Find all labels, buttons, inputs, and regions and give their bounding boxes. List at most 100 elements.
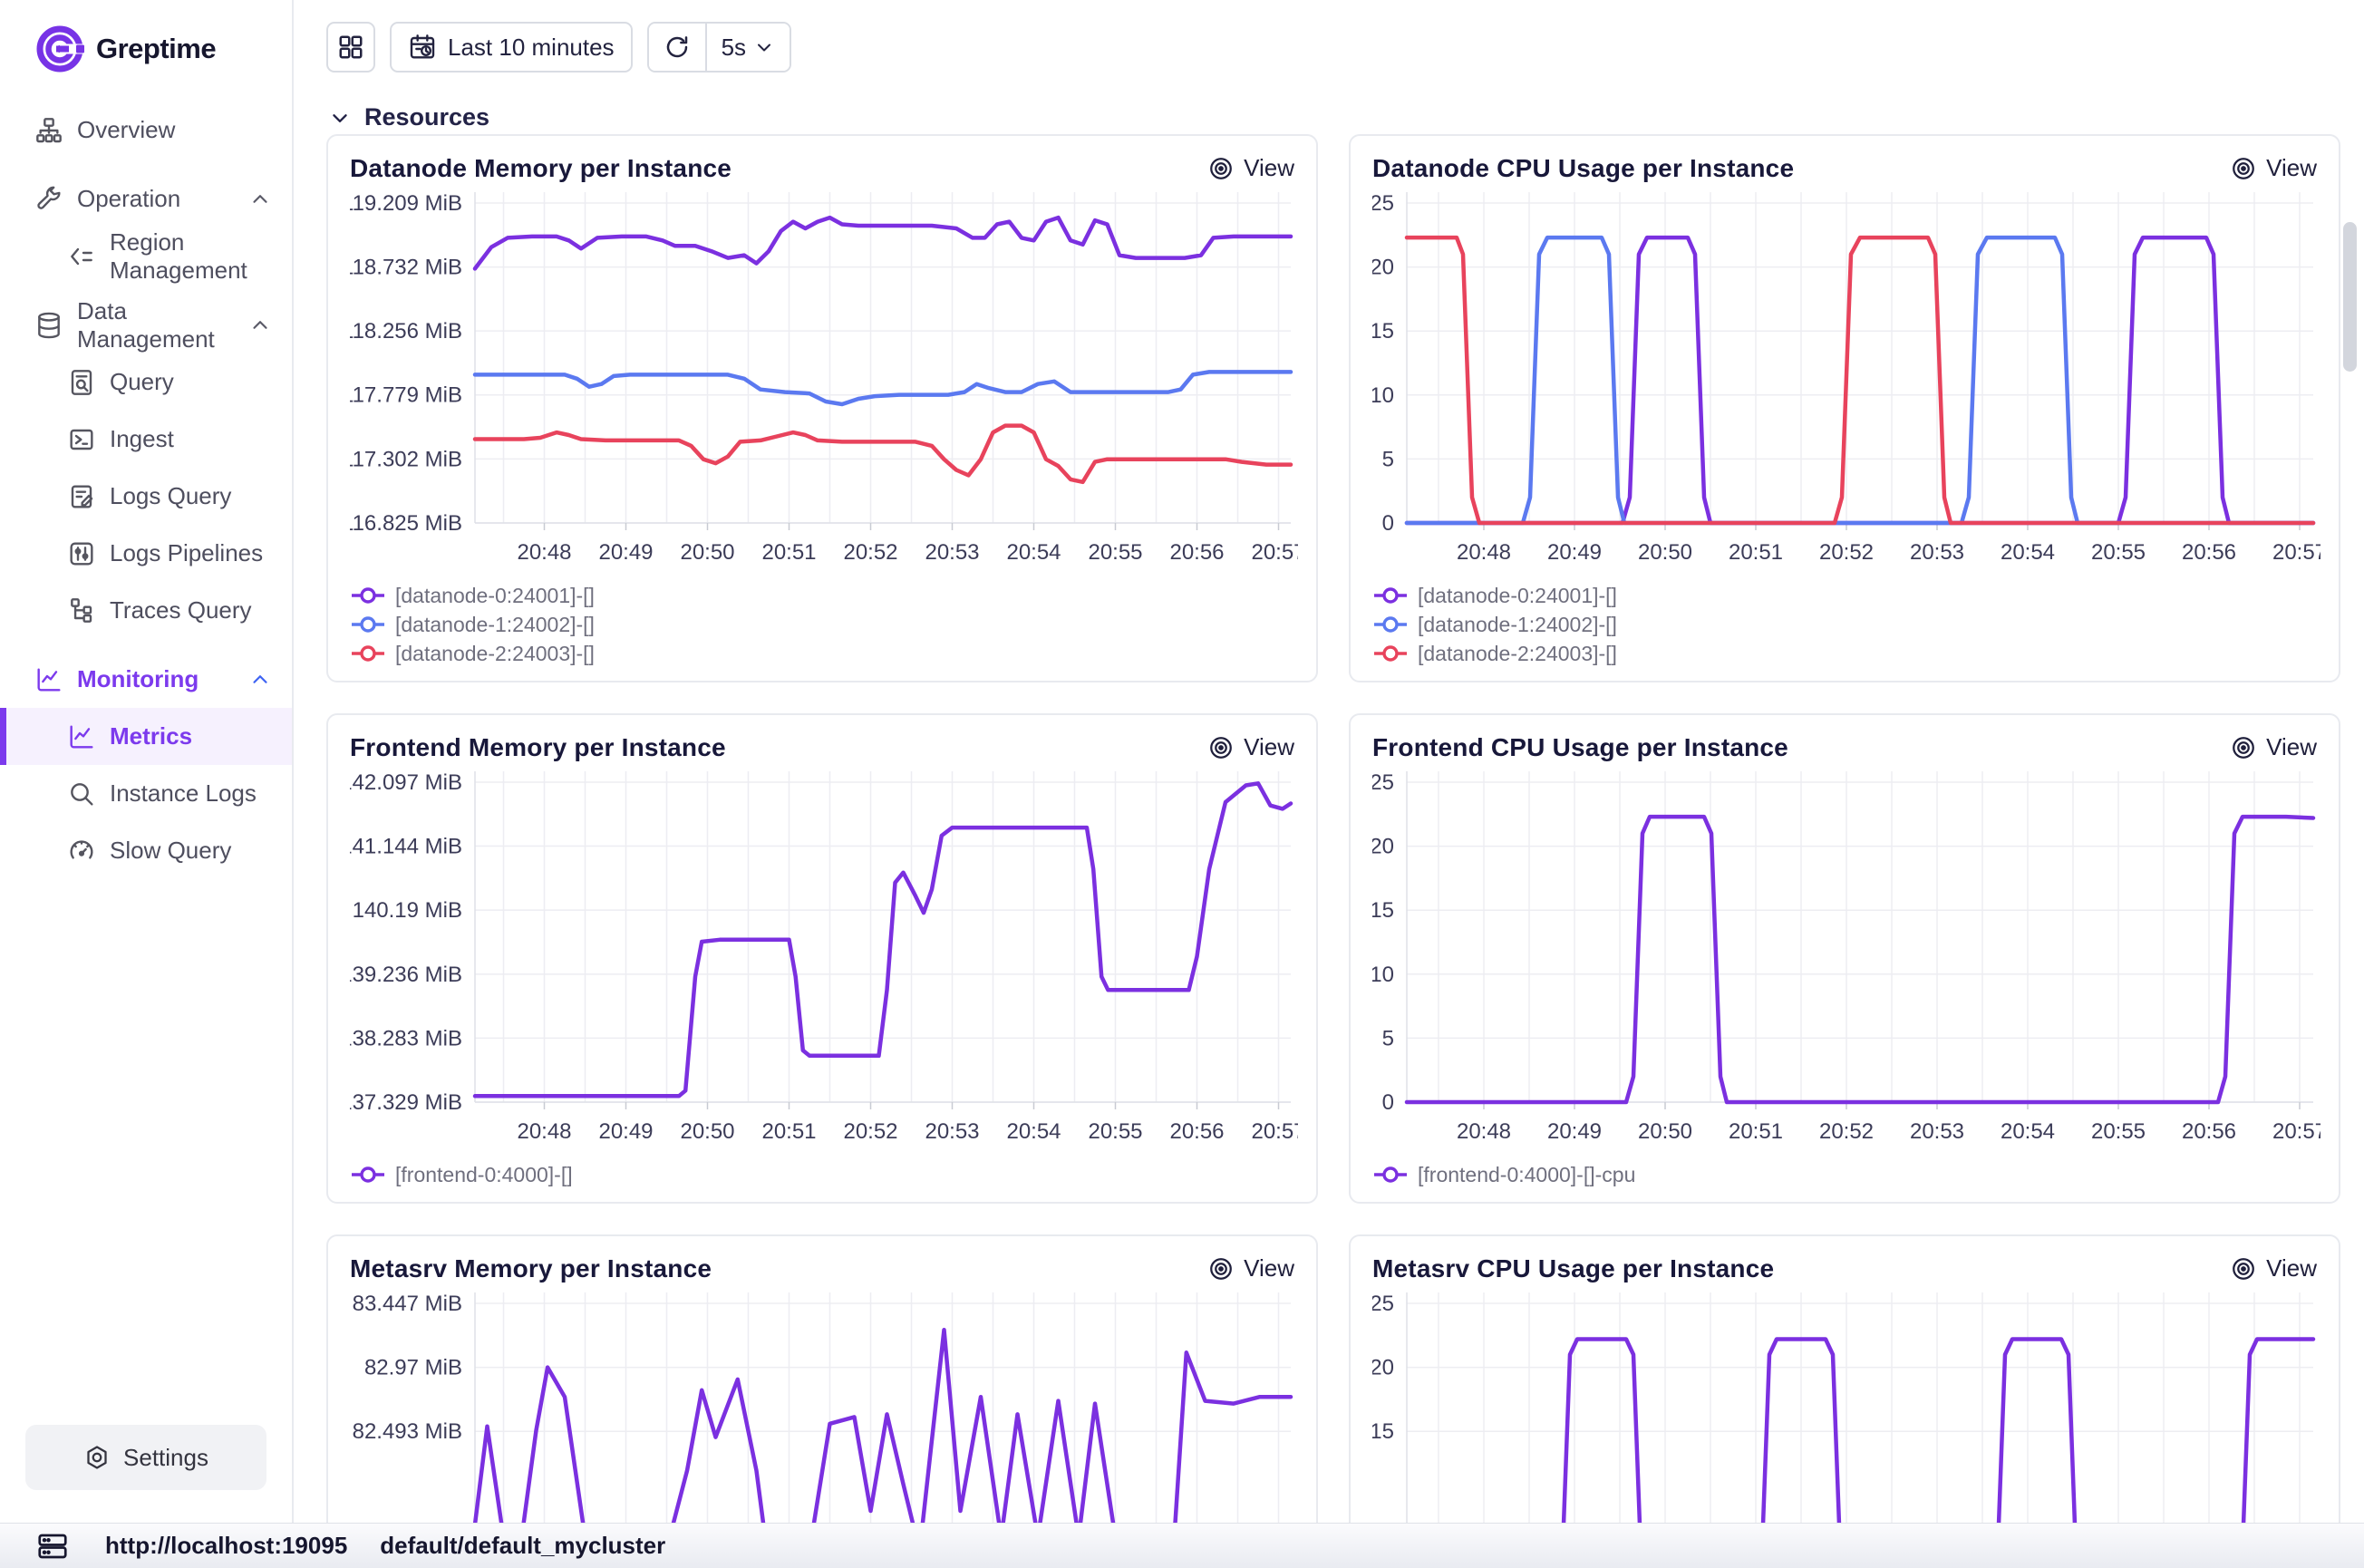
logs-query-icon: [67, 482, 96, 511]
sidebar-item-label: Logs Pipelines: [110, 539, 263, 567]
svg-text:20:57: 20:57: [1251, 540, 1298, 565]
settings-button[interactable]: Settings: [25, 1425, 266, 1490]
svg-text:20:56: 20:56: [2182, 540, 2236, 565]
svg-text:15: 15: [1372, 898, 1394, 923]
status-bar: http://localhost:19095 default/default_m…: [0, 1523, 2364, 1568]
sidebar-item-logs-pipelines[interactable]: Logs Pipelines: [0, 525, 292, 582]
sidebar-item-data-management[interactable]: Data Management: [0, 296, 292, 353]
sidebar-item-label: Operation: [77, 185, 180, 213]
logs-pipelines-icon: [67, 539, 96, 568]
sidebar-item-traces-query[interactable]: Traces Query: [0, 582, 292, 639]
sidebar-item-slow-query[interactable]: Slow Query: [0, 822, 292, 879]
svg-text:20:49: 20:49: [598, 1119, 653, 1144]
chevron-down-icon: [753, 36, 775, 58]
svg-text:10: 10: [1372, 383, 1394, 408]
sidebar-item-label: Data Management: [77, 297, 248, 353]
sidebar-item-label: Logs Query: [110, 482, 231, 510]
svg-text:20:52: 20:52: [843, 1119, 897, 1144]
sidebar-item-ingest[interactable]: Ingest: [0, 411, 292, 468]
legend-item[interactable]: [datanode-1:24002]-[]: [350, 610, 1294, 639]
resources-section-title: Resources: [364, 103, 489, 131]
legend-item[interactable]: [datanode-0:24001]-[]: [350, 581, 1294, 610]
grid-icon: [337, 34, 364, 61]
sidebar: Greptime Overview Operation Region Managem…: [0, 0, 294, 1523]
svg-text:20:49: 20:49: [598, 540, 653, 565]
view-button[interactable]: View: [1207, 733, 1294, 761]
svg-text:20:55: 20:55: [2091, 1119, 2146, 1144]
refresh-interval-select[interactable]: 5s: [705, 24, 790, 71]
view-button[interactable]: View: [1207, 1254, 1294, 1282]
sidebar-item-overview[interactable]: Overview: [0, 102, 292, 159]
eye-icon: [2230, 734, 2257, 761]
svg-text:20: 20: [1372, 1356, 1394, 1380]
sidebar-item-query[interactable]: Query: [0, 353, 292, 411]
svg-text:20:57: 20:57: [1251, 1119, 1298, 1144]
card-datanode-memory: Datanode Memory per Instance View 119.209 …: [326, 134, 1318, 682]
svg-text:20:50: 20:50: [1638, 1119, 1692, 1144]
svg-text:83.447 MiB: 83.447 MiB: [353, 1292, 462, 1316]
traces-icon: [67, 596, 96, 625]
svg-text:20:48: 20:48: [1457, 540, 1511, 565]
svg-text:20:53: 20:53: [1910, 1119, 1964, 1144]
svg-text:20:55: 20:55: [1088, 540, 1142, 565]
svg-text:20:48: 20:48: [517, 1119, 571, 1144]
legend-label: [frontend-0:4000]-[]-cpu: [1418, 1163, 1635, 1187]
sidebar-nav: Overview Operation Region Management Data M…: [0, 91, 292, 879]
svg-text:20:48: 20:48: [517, 540, 571, 565]
svg-text:20:54: 20:54: [2001, 540, 2055, 565]
refresh-control: 5s: [647, 22, 791, 73]
view-button[interactable]: View: [2230, 733, 2317, 761]
svg-text:5: 5: [1382, 447, 1394, 471]
svg-text:20:49: 20:49: [1547, 1119, 1602, 1144]
legend-item[interactable]: [datanode-2:24003]-[]: [350, 639, 1294, 668]
view-button[interactable]: View: [1207, 154, 1294, 182]
sidebar-item-monitoring[interactable]: Monitoring: [0, 651, 292, 708]
chart-plot-metasrv-cpu[interactable]: 25201520:4820:4920:5020:5120:5220:5320:5…: [1372, 1292, 2320, 1523]
legend-item[interactable]: [datanode-0:24001]-[]: [1372, 581, 2317, 610]
overview-icon: [34, 116, 63, 145]
chart-plot-frontend-memory[interactable]: 142.097 MiB141.144 MiB140.19 MiB139.236 …: [350, 771, 1298, 1152]
resources-section-toggle[interactable]: Resources: [296, 73, 2364, 131]
legend-label: [datanode-2:24003]-[]: [1418, 642, 1617, 666]
card-frontend-memory: Frontend Memory per Instance View 142.097 …: [326, 713, 1318, 1204]
sidebar-item-operation[interactable]: Operation: [0, 170, 292, 227]
svg-text:20: 20: [1372, 835, 1394, 859]
sidebar-item-label: Instance Logs: [110, 779, 257, 808]
chart-plot-metasrv-memory[interactable]: 83.447 MiB82.97 MiB82.493 MiB20:4820:492…: [350, 1292, 1298, 1523]
legend-label: [datanode-1:24002]-[]: [395, 613, 595, 637]
view-button[interactable]: View: [2230, 154, 2317, 182]
refresh-button[interactable]: [649, 24, 705, 71]
svg-text:20:51: 20:51: [1729, 1119, 1783, 1144]
gear-icon: [83, 1444, 111, 1471]
chart-title: Frontend Memory per Instance: [350, 733, 726, 762]
brand-logo[interactable]: Greptime: [0, 0, 292, 91]
svg-text:20:50: 20:50: [680, 1119, 734, 1144]
svg-text:20:54: 20:54: [2001, 1119, 2055, 1144]
legend-item[interactable]: [frontend-0:4000]-[]-cpu: [1372, 1160, 2317, 1189]
sidebar-item-logs-query[interactable]: Logs Query: [0, 468, 292, 525]
chart-title: Datanode Memory per Instance: [350, 154, 731, 183]
legend-item[interactable]: [frontend-0:4000]-[]: [350, 1160, 1294, 1189]
chart-plot-frontend-cpu[interactable]: 252015105020:4820:4920:5020:5120:5220:53…: [1372, 771, 2320, 1152]
svg-text:20:53: 20:53: [1910, 540, 1964, 565]
chart-plot-datanode-cpu[interactable]: 252015105020:4820:4920:5020:5120:5220:53…: [1372, 192, 2320, 573]
legend-item[interactable]: [datanode-1:24002]-[]: [1372, 610, 2317, 639]
scrollbar-thumb[interactable]: [2343, 222, 2357, 372]
sidebar-item-label: Traces Query: [110, 596, 252, 624]
time-range-label: Last 10 minutes: [448, 34, 615, 62]
legend-marker-icon: [350, 643, 386, 664]
sidebar-item-region-management[interactable]: Region Management: [0, 227, 292, 285]
time-range-button[interactable]: Last 10 minutes: [390, 22, 633, 73]
view-button[interactable]: View: [2230, 1254, 2317, 1282]
legend-item[interactable]: [datanode-2:24003]-[]: [1372, 639, 2317, 668]
layout-grid-button[interactable]: [326, 22, 375, 73]
chart-plot-datanode-memory[interactable]: 119.209 MiB118.732 MiB118.256 MiB117.779…: [350, 192, 1298, 573]
svg-text:15: 15: [1372, 319, 1394, 344]
sidebar-item-metrics[interactable]: Metrics: [0, 708, 292, 765]
legend-marker-icon: [1372, 614, 1409, 635]
svg-text:118.256 MiB: 118.256 MiB: [350, 319, 462, 344]
database-icon: [34, 311, 63, 340]
sidebar-item-instance-logs[interactable]: Instance Logs: [0, 765, 292, 822]
svg-text:10: 10: [1372, 963, 1394, 987]
svg-text:20:49: 20:49: [1547, 540, 1602, 565]
